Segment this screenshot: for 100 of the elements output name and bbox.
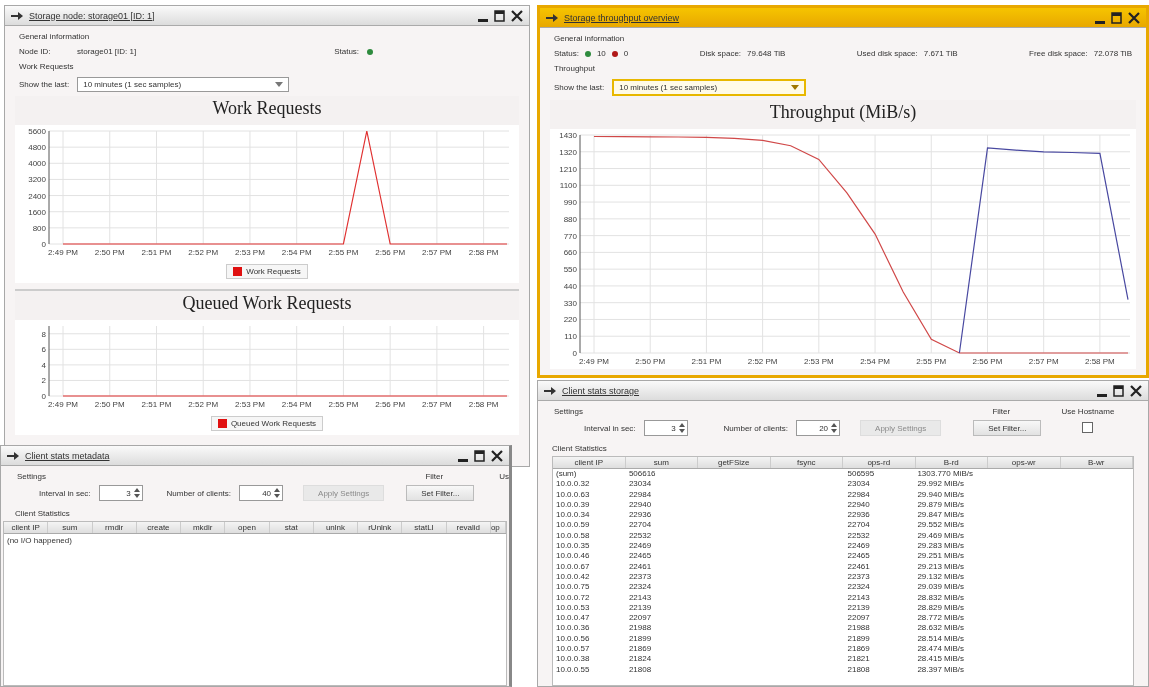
axis-tick-label: 770 (563, 231, 577, 241)
axis-tick-label: 2:49 PM (579, 357, 609, 366)
field-label: Interval in sec: (584, 423, 636, 433)
column-header[interactable]: getFSize (698, 457, 771, 468)
table-cell-text: 22324 (627, 582, 653, 593)
column-header[interactable]: statLI (402, 522, 447, 533)
interval-spinner[interactable]: 3 (643, 420, 688, 436)
table-cell-text: 10.0.0.63 (555, 489, 591, 500)
section-heading: Work Requests (19, 62, 75, 71)
table-cell-text: 29.552 MiB/s (917, 520, 966, 531)
hostname-checkbox[interactable] (1082, 422, 1094, 433)
axis-tick-label: 2:52 PM (188, 248, 219, 257)
axis-tick-label: 1320 (559, 147, 577, 157)
axis-tick-label: 2:53 PM (803, 357, 834, 366)
table-cell-text: 22143 (627, 592, 653, 603)
axis-tick-label: 990 (563, 198, 577, 208)
axis-tick-label: 2:49 PM (48, 248, 78, 257)
column-header[interactable]: B-rd (915, 457, 988, 468)
close-icon[interactable] (491, 449, 503, 462)
column-header[interactable]: rUnlnk (358, 522, 403, 533)
table-cell-text: 10.0.0.75 (555, 582, 591, 593)
field-label: Number of clients: (723, 423, 789, 433)
close-icon[interactable] (511, 9, 523, 22)
table-cell-text: 22704 (846, 520, 871, 531)
column-header[interactable]: open (225, 522, 270, 533)
table-cell-text: 10.0.0.38 (555, 654, 591, 665)
column-header[interactable]: B-wr (1060, 457, 1133, 468)
maximize-icon[interactable] (474, 449, 485, 462)
table-cell-text: 29.469 MiB/s (917, 530, 966, 542)
field-label: Node ID: (19, 47, 52, 56)
interval-spinner[interactable]: 3 (98, 485, 143, 501)
axis-tick-label: 550 (563, 265, 577, 275)
section-heading: General information (554, 34, 626, 43)
window-title: Client stats metadata (25, 450, 110, 461)
axis-tick-label: 2:53 PM (235, 400, 265, 409)
maximize-icon[interactable] (494, 9, 505, 22)
table-cell-text: 506595 (846, 469, 876, 480)
window-title: Storage node: storage01 [ID: 1] (29, 10, 155, 21)
axis-tick-label: 2:58 PM (468, 400, 499, 409)
table-cell-text: 29.213 MiB/s (917, 561, 966, 572)
table-cell-text: 28.829 MiB/s (917, 602, 966, 614)
column-header[interactable]: ops-rd (843, 457, 916, 468)
column-header[interactable]: fsync (770, 457, 843, 468)
axis-tick-label: 2:51 PM (141, 400, 172, 409)
clients-spinner[interactable]: 40 (239, 485, 284, 501)
table-cell-text: 28.474 MiB/s (917, 644, 966, 655)
table-cell-text: 29.283 MiB/s (917, 541, 966, 552)
column-header[interactable]: ops-wr (988, 457, 1061, 468)
table-cell-text: 22940 (627, 499, 653, 511)
table-cell-text: 28.415 MiB/s (917, 654, 966, 665)
column-header[interactable]: stat (269, 522, 314, 533)
arrow-icon (546, 13, 558, 22)
table-cell-text: 28.632 MiB/s (917, 623, 966, 634)
table-cell-text: 22465 (627, 551, 653, 562)
column-header[interactable]: client IP (4, 522, 49, 533)
maximize-icon[interactable] (1111, 11, 1122, 24)
y-axis (48, 325, 50, 397)
table-cell-text: 10.0.0.55 (555, 664, 591, 675)
table-cell-text: 22469 (846, 541, 871, 552)
checkbox-label: Use Hostname (1061, 407, 1115, 416)
table-cell-text: 23034 (627, 479, 653, 490)
filter-button[interactable]: Set Filter... (973, 420, 1042, 436)
axis-tick-label: 2:57 PM (422, 400, 452, 409)
show-last-select[interactable]: 10 minutes (1 sec samples) (77, 77, 290, 92)
maximize-icon[interactable] (1113, 384, 1124, 397)
column-header[interactable]: mkdir (181, 522, 226, 533)
table-cell-text: 22936 (627, 510, 653, 521)
table-cell-text: 28.397 MiB/s (917, 664, 966, 675)
chart-title: Throughput (MiB/s) (550, 100, 1136, 129)
legend-label: Work Requests (246, 267, 301, 276)
column-header[interactable]: rmdir (92, 522, 137, 533)
column-header[interactable]: unlnk (313, 522, 359, 533)
column-header[interactable]: revalid (446, 522, 491, 533)
axis-tick-label: 660 (563, 248, 577, 258)
axis-tick-label: 2:52 PM (188, 400, 219, 409)
axis-tick-label: 0 (41, 240, 46, 249)
column-header[interactable]: create (136, 522, 182, 533)
column-header[interactable]: client IP (553, 457, 626, 468)
clients-spinner[interactable]: 20 (796, 420, 841, 436)
table-cell-text: 22097 (627, 613, 653, 624)
field-label: Used disk space: (856, 49, 918, 58)
axis-tick-label: 2:50 PM (94, 400, 125, 409)
axis-tick-label: 2:52 PM (747, 357, 778, 366)
column-header[interactable]: sum (625, 457, 698, 468)
column-header[interactable]: sum (48, 522, 93, 533)
close-icon[interactable] (1130, 384, 1142, 397)
axis-tick-label: 2:56 PM (375, 248, 406, 257)
table-cell-text: 21988 (846, 623, 871, 634)
table-cell-text: 10.0.0.36 (555, 623, 591, 634)
axis-tick-label: 4800 (28, 143, 46, 153)
column-header[interactable]: op (490, 522, 506, 533)
table-cell-text: 23034 (846, 479, 871, 490)
table-cell-text: 29.039 MiB/s (917, 582, 966, 593)
axis-tick-label: 2:50 PM (94, 248, 125, 257)
filter-button[interactable]: Set Filter... (406, 485, 475, 501)
legend-swatch (217, 419, 227, 428)
show-last-select[interactable]: 10 minutes (1 sec samples) (612, 79, 807, 96)
close-icon[interactable] (1128, 11, 1140, 24)
caret-icon (791, 85, 800, 90)
legend-swatch (233, 267, 243, 276)
